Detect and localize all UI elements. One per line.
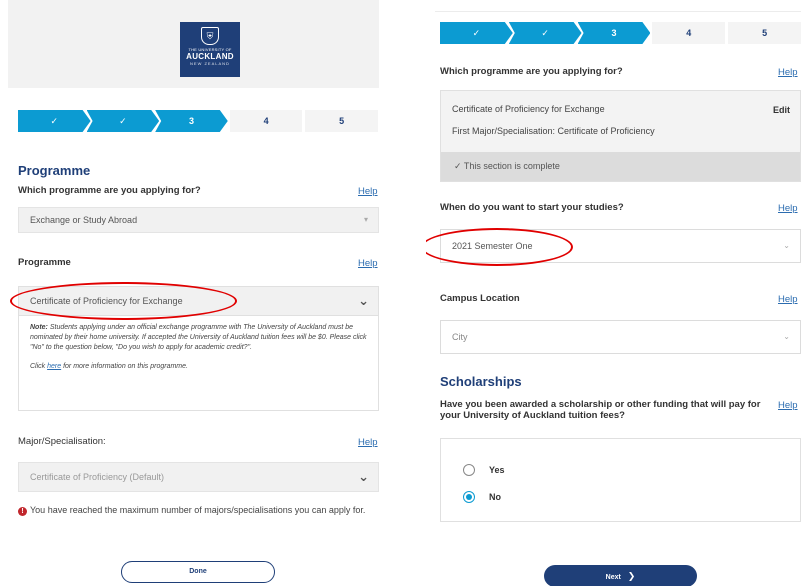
major-value: Certificate of Proficiency (Default)	[30, 472, 165, 482]
campus-help-link[interactable]: Help	[778, 294, 798, 305]
programme-select[interactable]: Certificate of Proficiency for Exchange …	[18, 286, 379, 316]
note-prefix: Note:	[30, 324, 48, 331]
major-help-link[interactable]: Help	[358, 437, 378, 448]
chevron-down-icon: ⌄	[358, 469, 369, 484]
radio-yes-label: Yes	[489, 465, 505, 475]
campus-label: Campus Location	[440, 293, 520, 304]
note-click-after: for more information on this programme.	[61, 363, 188, 370]
radio-no-label: No	[489, 492, 501, 502]
step-4: 4	[229, 110, 303, 132]
chevron-down-icon: ⌄	[783, 332, 790, 341]
checkmark-icon: ✓	[454, 161, 462, 171]
section-complete-text: This section is complete	[463, 161, 560, 171]
programme-type-select[interactable]: Exchange or Study Abroad ▾	[18, 207, 379, 233]
next-button[interactable]: Next ❯	[544, 565, 697, 586]
programme-summary-label: Which programme are you applying for?	[440, 66, 623, 77]
step-4: 4	[652, 22, 726, 44]
step-2[interactable]: ✓	[87, 110, 160, 132]
right-application-panel: ✓ ✓ 3 4 5 Which programme are you applyi…	[426, 0, 801, 586]
programme-type-label: Which programme are you applying for?	[18, 185, 201, 196]
university-logo: ⛨ THE UNIVERSITY OF AUCKLAND NEW ZEALAND	[180, 22, 240, 77]
major-label: Major/Specialisation:	[18, 436, 106, 447]
step-5: 5	[728, 22, 801, 44]
max-majors-warning: ! You have reached the maximum number of …	[18, 503, 383, 518]
programme-type-value: Exchange or Study Abroad	[30, 215, 138, 225]
edit-programme-button[interactable]: Edit	[773, 105, 790, 115]
scholarships-section-title: Scholarships	[440, 374, 522, 389]
note-body: Students applying under an official exch…	[30, 324, 367, 351]
left-application-panel: ⛨ THE UNIVERSITY OF AUCKLAND NEW ZEALAND…	[0, 0, 395, 586]
programme-label: Programme	[18, 257, 71, 268]
campus-value: City	[452, 332, 468, 342]
radio-no-button[interactable]	[463, 491, 475, 503]
programme-summary-help-link[interactable]: Help	[778, 67, 798, 78]
next-button-label: Next	[605, 574, 621, 581]
exclamation-icon: !	[18, 507, 27, 516]
chevron-down-icon: ▾	[363, 215, 368, 224]
start-date-value: 2021 Semester One	[452, 241, 533, 251]
scholarship-question: Have you been awarded a scholarship or o…	[440, 399, 761, 421]
programme-note: Note: Students applying under an officia…	[18, 316, 379, 411]
top-divider	[435, 0, 801, 12]
programme-value: Certificate of Proficiency for Exchange	[30, 296, 183, 306]
programme-help-link[interactable]: Help	[358, 258, 378, 269]
campus-select[interactable]: City ⌄	[440, 320, 801, 354]
progress-steps: ✓ ✓ 3 4 5	[440, 22, 801, 44]
note-click-line: Click here for more information on this …	[30, 362, 367, 372]
step-5: 5	[305, 110, 378, 132]
done-button[interactable]: Done	[121, 561, 275, 583]
step-3[interactable]: 3	[578, 22, 651, 44]
step-2[interactable]: ✓	[509, 22, 582, 44]
crest-icon: ⛨	[201, 27, 219, 45]
chevron-down-icon: ⌄	[783, 241, 790, 250]
scholarship-help-link[interactable]: Help	[778, 400, 798, 411]
start-date-select[interactable]: 2021 Semester One ⌄	[440, 229, 801, 263]
logo-line2: AUCKLAND	[186, 52, 234, 61]
major-select: Certificate of Proficiency (Default) ⌄	[18, 462, 379, 492]
note-here-link[interactable]: here	[47, 363, 61, 370]
start-date-help-link[interactable]: Help	[778, 203, 798, 214]
start-date-label: When do you want to start your studies?	[440, 202, 624, 213]
step-1[interactable]: ✓	[440, 22, 513, 44]
chevron-right-icon: ❯	[627, 571, 636, 581]
warning-text: You have reached the maximum number of m…	[30, 505, 366, 515]
step-3[interactable]: 3	[155, 110, 228, 132]
chevron-down-icon: ⌄	[358, 293, 369, 308]
radio-yes-button[interactable]	[463, 464, 475, 476]
programme-summary-card: Certificate of Proficiency for Exchange …	[440, 90, 801, 182]
radio-option-no[interactable]: No	[463, 491, 501, 503]
logo-line3: NEW ZEALAND	[190, 61, 230, 66]
scholarship-radio-group: Yes No	[440, 438, 801, 522]
summary-programme: Certificate of Proficiency for Exchange	[452, 104, 605, 114]
programme-type-help-link[interactable]: Help	[358, 186, 378, 197]
section-complete-banner: ✓ This section is complete	[441, 152, 800, 181]
summary-first-major: First Major/Specialisation: Certificate …	[452, 126, 655, 136]
header-bar: ⛨ THE UNIVERSITY OF AUCKLAND NEW ZEALAND	[8, 0, 379, 88]
note-click-before: Click	[30, 363, 48, 370]
step-1[interactable]: ✓	[18, 110, 91, 132]
note-text: Note: Students applying under an officia…	[30, 323, 367, 353]
programme-section-title: Programme	[18, 163, 91, 178]
radio-option-yes[interactable]: Yes	[463, 464, 505, 476]
progress-steps: ✓ ✓ 3 4 5	[18, 110, 378, 132]
